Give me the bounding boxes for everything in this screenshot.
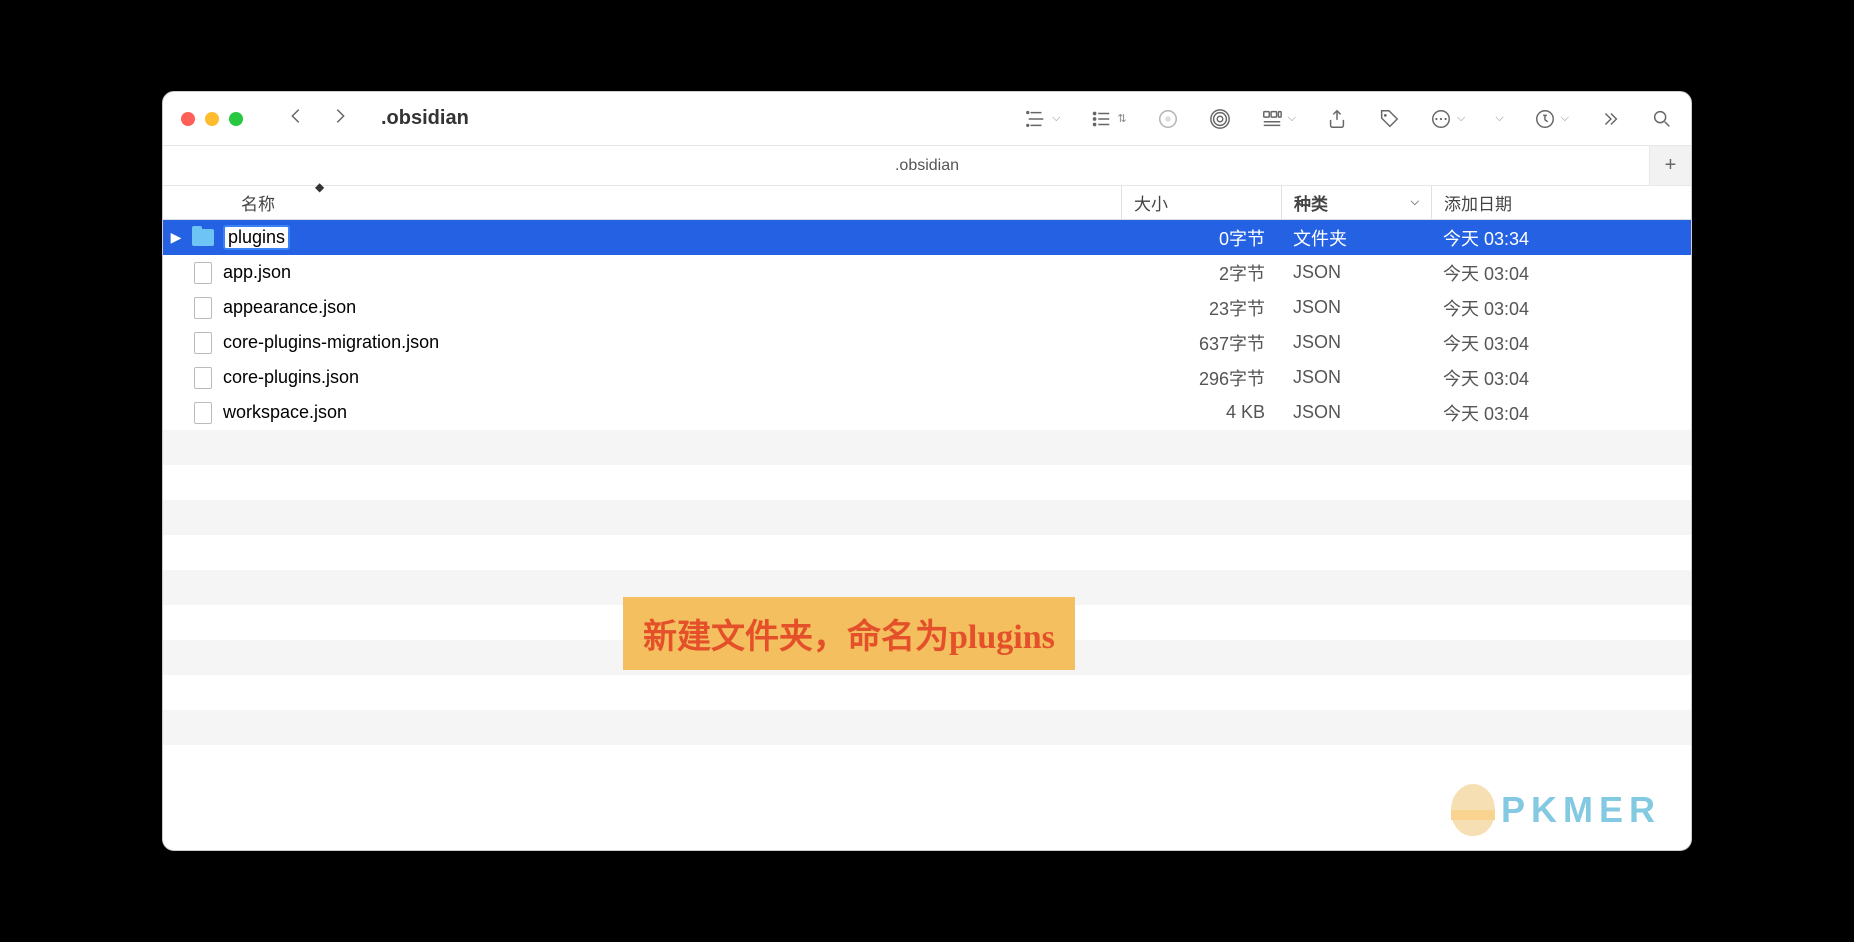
document-icon [189, 367, 217, 389]
column-kind[interactable]: 种类 ⌵ [1281, 186, 1431, 219]
chevron-down-icon: ⌵ [1495, 112, 1503, 125]
minimize-button[interactable] [205, 112, 219, 126]
disclosure-icon: ▶ [163, 369, 189, 386]
annotation-overlay: 新建文件夹，命名为plugins [623, 597, 1075, 670]
finder-window: .obsidian ⌵ ⇅ ⌵ [162, 91, 1692, 851]
file-date: 今天 03:04 [1431, 400, 1691, 426]
file-kind: JSON [1281, 297, 1431, 318]
nav-arrows [285, 105, 351, 133]
column-size[interactable]: 大小 [1121, 186, 1281, 219]
file-size: 2字节 [1121, 260, 1281, 286]
tag-button[interactable] [1378, 108, 1400, 130]
document-icon [189, 332, 217, 354]
file-size: 23字节 [1121, 295, 1281, 321]
empty-row [163, 500, 1691, 535]
path-label: .obsidian [895, 157, 959, 175]
file-name[interactable]: plugins [217, 225, 1121, 250]
chevron-down-icon: ⌵ [1288, 112, 1296, 125]
sort-icon: ⇅ [1117, 112, 1126, 125]
action-button[interactable]: ⌵ [1430, 108, 1465, 130]
arrange-button[interactable]: ⌵ [1261, 108, 1296, 130]
file-size: 0字节 [1121, 225, 1281, 251]
sort-indicator-icon: ◆ [315, 180, 324, 194]
forward-button[interactable] [329, 105, 351, 133]
empty-row [163, 430, 1691, 465]
chevron-down-icon: ⌵ [1561, 112, 1569, 125]
file-date: 今天 03:04 [1431, 295, 1691, 321]
file-name[interactable]: core-plugins.json [217, 367, 1121, 388]
watermark-text: PKMER [1501, 789, 1661, 831]
maximize-button[interactable] [229, 112, 243, 126]
document-icon [189, 297, 217, 319]
watermark: PKMER [1451, 784, 1661, 836]
share-button[interactable] [1326, 108, 1348, 130]
close-button[interactable] [181, 112, 195, 126]
file-name[interactable]: appearance.json [217, 297, 1121, 318]
recent-button[interactable]: ⌵ [1534, 108, 1569, 130]
document-icon [189, 402, 217, 424]
empty-row [163, 745, 1691, 780]
search-button[interactable] [1651, 108, 1673, 130]
folder-icon [189, 229, 217, 246]
column-date[interactable]: 添加日期 [1431, 186, 1691, 219]
file-name[interactable]: workspace.json [217, 402, 1121, 423]
empty-row [163, 535, 1691, 570]
folder-title: .obsidian [381, 107, 469, 130]
traffic-lights [181, 112, 243, 126]
chevron-down-icon: ⌵ [1052, 112, 1060, 125]
file-kind: JSON [1281, 332, 1431, 353]
burn-button[interactable] [1157, 108, 1179, 130]
file-list: ▶plugins0字节文件夹今天 03:34▶app.json2字节JSON今天… [163, 220, 1691, 780]
disclosure-icon: ▶ [163, 299, 189, 316]
logo-icon [1451, 784, 1495, 836]
document-icon [189, 262, 217, 284]
disclosure-icon: ▶ [163, 264, 189, 281]
column-kind-label: 种类 [1294, 190, 1328, 215]
file-row[interactable]: ▶ core-plugins.json296字节JSON今天 03:04 [163, 360, 1691, 395]
toolbar: ⌵ ⇅ ⌵ ⌵ [1025, 108, 1673, 130]
file-row[interactable]: ▶ core-plugins-migration.json637字节JSON今天 … [163, 325, 1691, 360]
file-date: 今天 03:34 [1431, 225, 1691, 251]
empty-row [163, 675, 1691, 710]
file-date: 今天 03:04 [1431, 260, 1691, 286]
file-name[interactable]: core-plugins-migration.json [217, 332, 1121, 353]
group-button[interactable]: ⌵ [1025, 108, 1060, 130]
airdrop-button[interactable] [1209, 108, 1231, 130]
file-date: 今天 03:04 [1431, 365, 1691, 391]
column-name[interactable]: 名称 [163, 190, 1121, 215]
file-size: 637字节 [1121, 330, 1281, 356]
file-row[interactable]: ▶ appearance.json23字节JSON今天 03:04 [163, 290, 1691, 325]
file-kind: 文件夹 [1281, 225, 1431, 251]
path-bar: .obsidian + [163, 146, 1691, 186]
overflow-button[interactable] [1599, 108, 1621, 130]
file-name[interactable]: app.json [217, 262, 1121, 283]
chevron-down-icon: ⌵ [1411, 196, 1419, 209]
file-size: 4 KB [1121, 402, 1281, 423]
chevron-down-icon: ⌵ [1457, 112, 1465, 125]
file-row[interactable]: ▶ workspace.json4 KBJSON今天 03:04 [163, 395, 1691, 430]
empty-row [163, 465, 1691, 500]
new-tab-button[interactable]: + [1649, 146, 1691, 185]
columns-header: ◆ 名称 大小 种类 ⌵ 添加日期 [163, 186, 1691, 220]
file-kind: JSON [1281, 402, 1431, 423]
view-button[interactable]: ⇅ [1090, 108, 1126, 130]
file-kind: JSON [1281, 262, 1431, 283]
file-date: 今天 03:04 [1431, 330, 1691, 356]
titlebar: .obsidian ⌵ ⇅ ⌵ [163, 92, 1691, 146]
disclosure-icon: ▶ [163, 334, 189, 351]
disclosure-icon: ▶ [163, 404, 189, 421]
file-row[interactable]: ▶ plugins0字节文件夹今天 03:34 [163, 220, 1691, 255]
disclosure-icon[interactable]: ▶ [163, 229, 189, 246]
file-row[interactable]: ▶ app.json2字节JSON今天 03:04 [163, 255, 1691, 290]
back-button[interactable] [285, 105, 307, 133]
empty-row [163, 710, 1691, 745]
file-kind: JSON [1281, 367, 1431, 388]
dropdown-button[interactable]: ⌵ [1495, 112, 1503, 125]
file-size: 296字节 [1121, 365, 1281, 391]
